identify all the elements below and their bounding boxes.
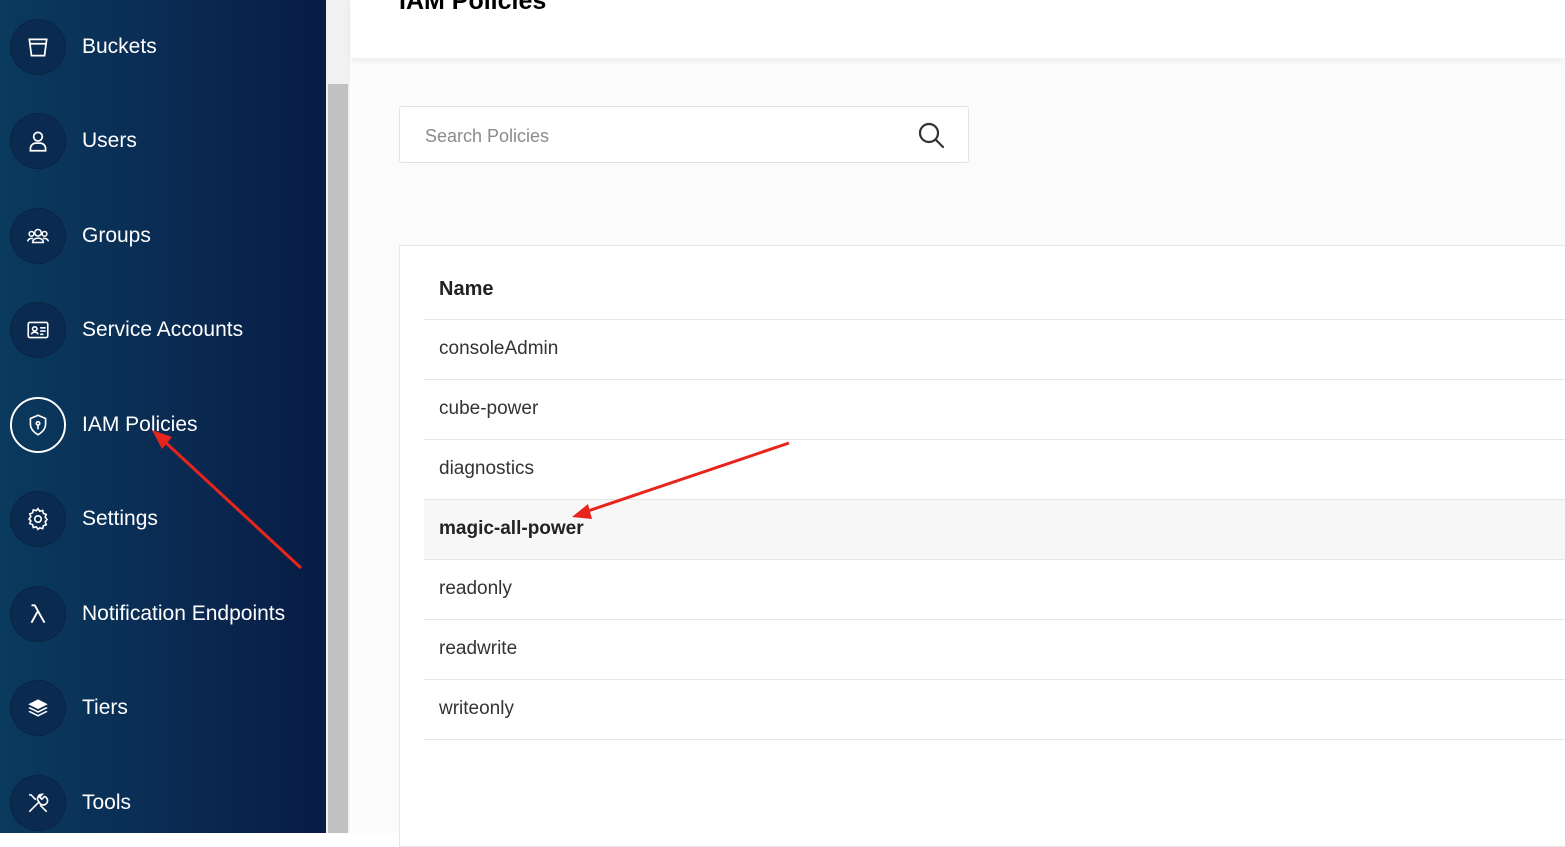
table-row[interactable]: readonly xyxy=(424,560,1565,620)
sidebar-item-tiers[interactable]: Tiers xyxy=(0,676,326,740)
sidebar-item-iam-policies[interactable]: IAM Policies xyxy=(0,393,326,457)
sidebar: Buckets Users Groups Service Accounts IA… xyxy=(0,0,326,833)
search-icon[interactable] xyxy=(916,120,946,150)
column-header-name[interactable]: Name xyxy=(439,278,493,301)
gear-icon xyxy=(10,491,66,547)
sidebar-item-label: IAM Policies xyxy=(82,413,198,436)
sidebar-item-label: Settings xyxy=(82,507,158,530)
table-row[interactable]: readwrite xyxy=(424,620,1565,680)
policy-name: diagnostics xyxy=(439,458,535,479)
sidebar-item-users[interactable]: Users xyxy=(0,109,326,173)
table-row-highlighted[interactable]: magic-all-power xyxy=(424,500,1565,560)
search-box[interactable] xyxy=(399,106,969,163)
policy-name: readwrite xyxy=(439,638,518,659)
bucket-icon xyxy=(10,19,66,75)
policy-name: magic-all-power xyxy=(439,518,584,539)
sidebar-item-label: Notification Endpoints xyxy=(82,602,286,625)
sidebar-item-label: Service Accounts xyxy=(82,318,244,341)
lambda-icon xyxy=(10,586,66,642)
sidebar-item-groups[interactable]: Groups xyxy=(0,204,326,268)
sidebar-item-label: Tiers xyxy=(82,696,128,719)
sidebar-item-label: Buckets xyxy=(82,35,157,58)
policy-name: readonly xyxy=(439,578,512,599)
sidebar-item-label: Tools xyxy=(82,791,132,814)
user-icon xyxy=(10,113,66,169)
sidebar-item-settings[interactable]: Settings xyxy=(0,487,326,551)
policy-name: cube-power xyxy=(439,398,539,419)
policy-name: writeonly xyxy=(439,698,514,719)
sidebar-item-label: Users xyxy=(82,129,137,152)
id-card-icon xyxy=(10,302,66,358)
table-row[interactable]: cube-power xyxy=(424,380,1565,440)
sidebar-item-buckets[interactable]: Buckets xyxy=(0,15,326,79)
table-row[interactable]: consoleAdmin xyxy=(424,320,1565,380)
layers-icon xyxy=(10,680,66,736)
groups-icon xyxy=(10,208,66,264)
page-header: IAM Policies xyxy=(351,0,1565,58)
page-title: IAM Policies xyxy=(399,0,547,15)
sidebar-item-notification-endpoints[interactable]: Notification Endpoints xyxy=(0,582,326,646)
policies-table: Name consoleAdmin cube-power diagnostics… xyxy=(399,245,1565,847)
shield-icon xyxy=(10,397,66,453)
table-row[interactable]: diagnostics xyxy=(424,440,1565,500)
search-input[interactable] xyxy=(423,123,897,149)
scrollbar-thumb[interactable] xyxy=(328,84,348,833)
policy-name: consoleAdmin xyxy=(439,338,559,359)
sidebar-item-service-accounts[interactable]: Service Accounts xyxy=(0,298,326,362)
sidebar-item-tools[interactable]: Tools xyxy=(0,771,326,833)
table-row[interactable]: writeonly xyxy=(424,680,1565,740)
tools-icon xyxy=(10,775,66,831)
sidebar-item-label: Groups xyxy=(82,224,151,247)
table-header: Name xyxy=(424,246,1565,320)
